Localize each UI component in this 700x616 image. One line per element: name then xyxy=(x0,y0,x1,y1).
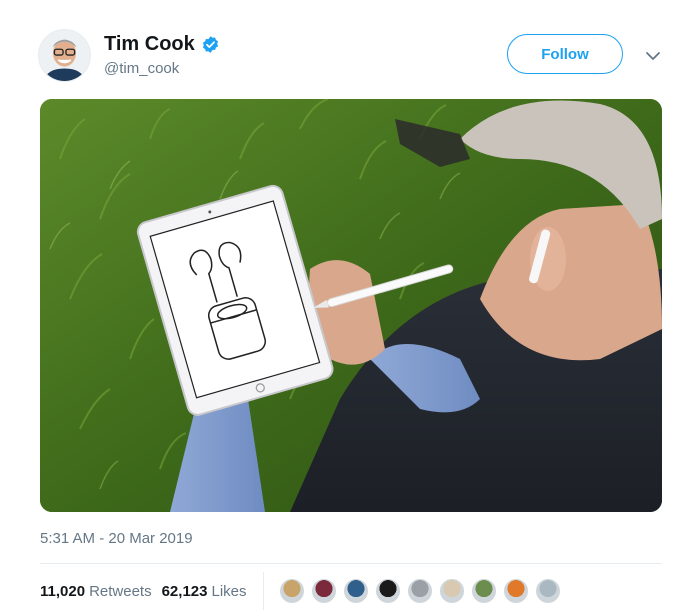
liker-avatar[interactable] xyxy=(278,577,306,605)
liker-avatar[interactable] xyxy=(406,577,434,605)
liker-avatar[interactable] xyxy=(310,577,338,605)
stats-separator xyxy=(263,572,264,610)
name-row: Tim Cook xyxy=(104,31,220,57)
avatar-image xyxy=(39,30,90,81)
divider xyxy=(40,563,662,564)
liker-avatar[interactable] xyxy=(342,577,370,605)
tweet-timestamp[interactable]: 5:31 AM - 20 Mar 2019 xyxy=(40,530,193,547)
chevron-down-icon[interactable] xyxy=(643,46,663,66)
liker-avatar[interactable] xyxy=(502,577,530,605)
retweets-count[interactable]: 11,020 xyxy=(40,583,85,600)
liker-avatar[interactable] xyxy=(470,577,498,605)
follow-button[interactable]: Follow xyxy=(507,34,623,74)
avatar[interactable] xyxy=(38,29,91,82)
liker-avatar[interactable] xyxy=(374,577,402,605)
likes-label[interactable]: Likes xyxy=(211,583,246,600)
retweets-label[interactable]: Retweets xyxy=(89,583,152,600)
display-name[interactable]: Tim Cook xyxy=(104,33,195,56)
photo-image xyxy=(40,99,662,512)
liker-avatars xyxy=(278,577,566,605)
tweet-photo[interactable] xyxy=(40,99,662,512)
tweet-header: Tim Cook @tim_cook Follow xyxy=(0,0,700,95)
likes-count[interactable]: 62,123 xyxy=(162,583,208,600)
verified-badge-icon xyxy=(202,35,218,53)
user-handle[interactable]: @tim_cook xyxy=(104,60,179,77)
liker-avatar[interactable] xyxy=(534,577,562,605)
tweet-stats: 11,020 Retweets 62,123 Likes xyxy=(40,580,257,602)
liker-avatar[interactable] xyxy=(438,577,466,605)
